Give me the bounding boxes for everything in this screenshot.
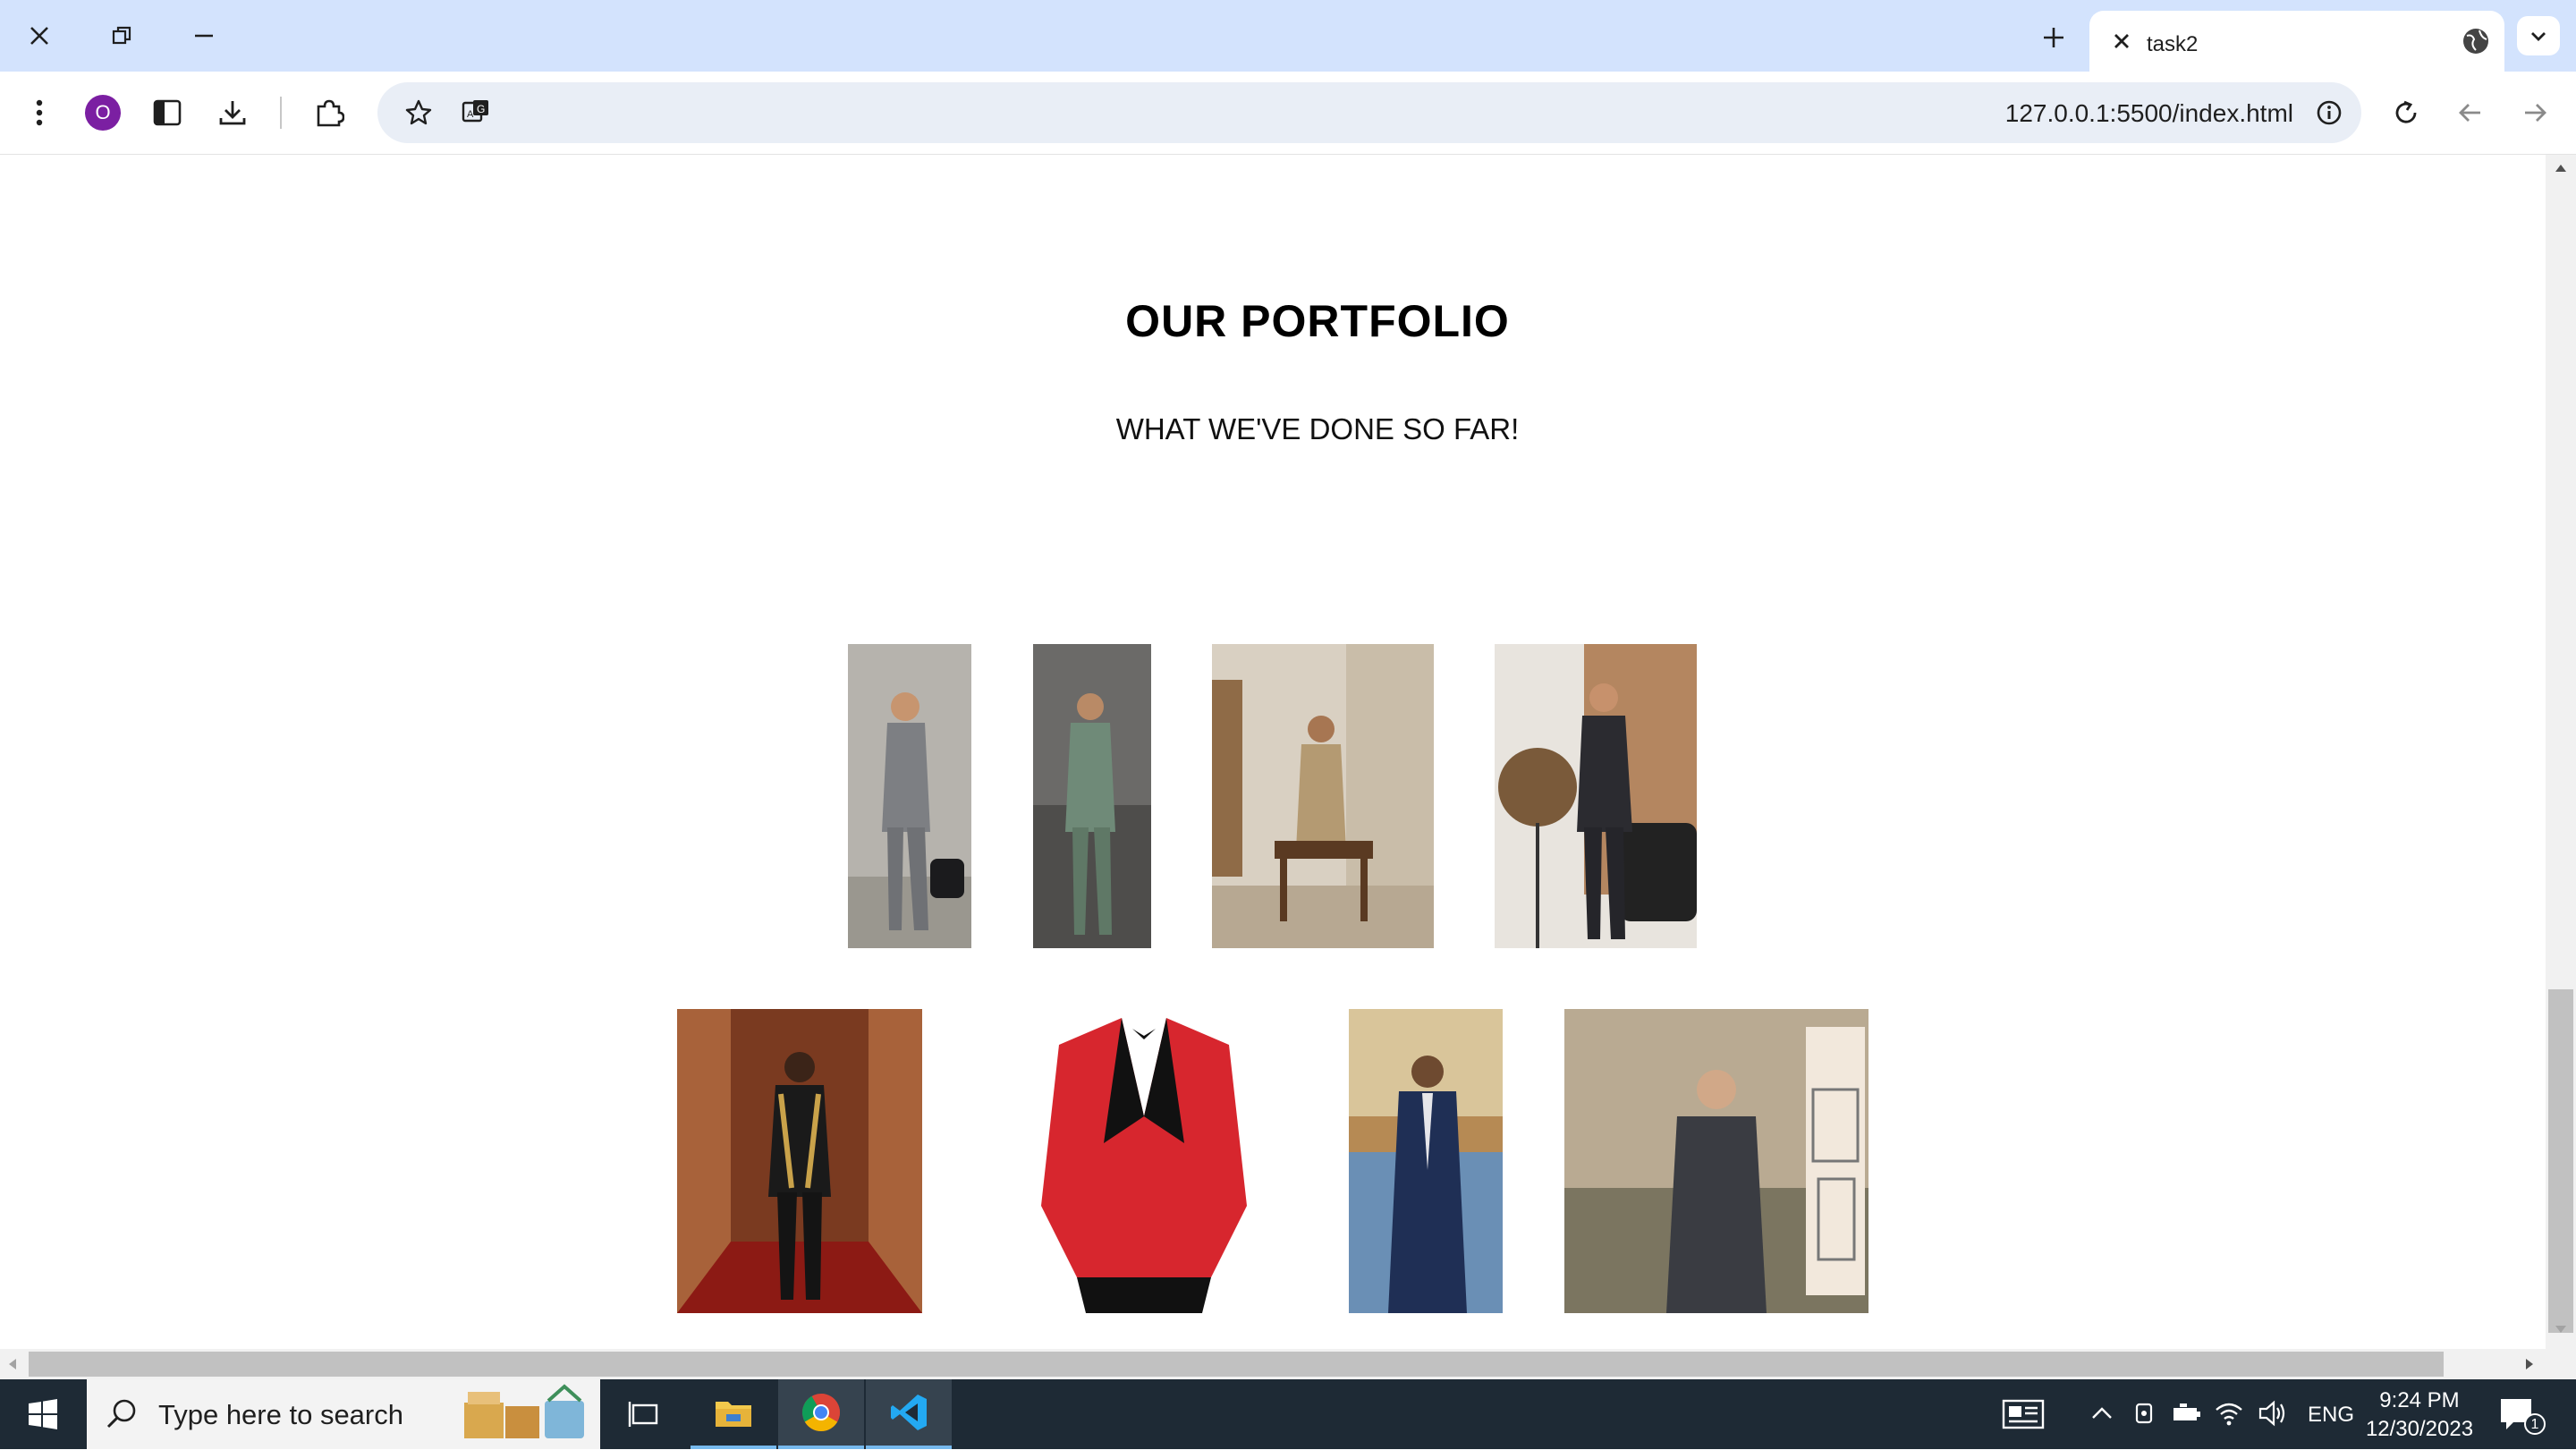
bookmark-star-icon[interactable] xyxy=(399,93,438,132)
portfolio-photo-1 xyxy=(848,644,971,948)
portfolio-photo-7 xyxy=(1349,1009,1503,1313)
clock-time: 9:24 PM xyxy=(2379,1388,2460,1412)
scroll-right-arrow-icon[interactable] xyxy=(2524,1358,2535,1370)
scrollbar-corner xyxy=(2546,1349,2576,1379)
tab-close-icon[interactable] xyxy=(2106,25,2138,57)
portfolio-photo-2 xyxy=(1033,644,1151,948)
search-highlight-illustration-icon xyxy=(459,1383,593,1446)
url-text[interactable]: 127.0.0.1:5500/index.html xyxy=(2005,99,2293,128)
portfolio-photo-5 xyxy=(677,1009,922,1313)
translate-icon[interactable]: GA xyxy=(456,93,496,132)
task-view-icon[interactable] xyxy=(601,1379,687,1449)
minimize-window-icon[interactable] xyxy=(181,16,227,55)
scroll-up-arrow-icon[interactable] xyxy=(2555,163,2567,174)
search-icon xyxy=(103,1395,140,1433)
vertical-scroll-thumb[interactable] xyxy=(2548,989,2573,1333)
horizontal-scroll-thumb[interactable] xyxy=(29,1352,2444,1377)
meet-now-icon[interactable] xyxy=(2132,1401,2157,1430)
globe-icon xyxy=(2458,23,2494,59)
show-hidden-icons-chevron-icon[interactable] xyxy=(2089,1401,2114,1430)
extensions-puzzle-icon[interactable] xyxy=(309,93,349,132)
notification-center-icon[interactable]: 1 xyxy=(2497,1395,2547,1435)
portfolio-photo-4 xyxy=(1495,644,1697,948)
download-icon[interactable] xyxy=(213,93,252,132)
tab-search-chevron-icon[interactable] xyxy=(2517,16,2560,55)
back-arrow-icon[interactable] xyxy=(2451,93,2490,132)
page-subtitle: WHAT WE'VE DONE SO FAR! xyxy=(1115,412,1520,445)
tab-strip: task2 xyxy=(0,0,2576,72)
battery-icon[interactable] xyxy=(2172,1401,2202,1430)
portfolio-photo-6 xyxy=(1032,1009,1256,1313)
language-indicator[interactable]: ENG xyxy=(2308,1403,2354,1428)
volume-icon[interactable] xyxy=(2258,1399,2288,1432)
address-bar[interactable]: GA 127.0.0.1:5500/index.html xyxy=(377,82,2361,143)
forward-arrow-icon[interactable] xyxy=(2515,93,2555,132)
restore-window-icon[interactable] xyxy=(98,16,145,55)
portfolio-photo-3 xyxy=(1212,644,1434,948)
file-explorer-icon[interactable] xyxy=(691,1379,776,1449)
taskbar-search-box[interactable]: Type here to search xyxy=(87,1379,600,1449)
page-viewport: OUR PORTFOLIO WHAT WE'VE DONE SO FAR! xyxy=(0,155,2546,1349)
wifi-icon[interactable] xyxy=(2215,1399,2243,1432)
toolbar-separator xyxy=(280,97,282,129)
notification-count-badge: 1 xyxy=(2524,1413,2546,1435)
side-panel-icon[interactable] xyxy=(148,93,187,132)
menu-dots-icon[interactable] xyxy=(20,93,59,132)
profile-avatar[interactable]: O xyxy=(85,95,121,131)
tab-title: task2 xyxy=(2147,32,2199,56)
browser-tab-active[interactable]: task2 xyxy=(2089,11,2504,72)
scroll-down-arrow-icon[interactable] xyxy=(2555,1324,2567,1335)
svg-text:A: A xyxy=(467,109,474,120)
site-info-icon[interactable] xyxy=(2311,95,2347,131)
new-tab-button[interactable] xyxy=(2034,18,2073,57)
portfolio-photo-8 xyxy=(1564,1009,1868,1313)
windows-start-icon[interactable] xyxy=(18,1394,68,1435)
page-title: OUR PORTFOLIO xyxy=(1125,296,1510,346)
chrome-icon[interactable] xyxy=(778,1379,864,1449)
svg-text:G: G xyxy=(477,103,485,115)
scroll-left-arrow-icon[interactable] xyxy=(7,1358,18,1370)
news-widget-icon[interactable] xyxy=(2002,1399,2045,1434)
vscode-icon[interactable] xyxy=(866,1379,952,1449)
reload-icon[interactable] xyxy=(2386,93,2426,132)
search-placeholder: Type here to search xyxy=(158,1399,403,1430)
windows-taskbar: Type here to search ENG 9:24 PM 12/30/20… xyxy=(0,1379,2576,1449)
taskbar-clock[interactable]: 9:24 PM 12/30/2023 xyxy=(2352,1386,2487,1444)
clock-date: 12/30/2023 xyxy=(2365,1417,2474,1441)
close-window-icon[interactable] xyxy=(16,16,63,55)
